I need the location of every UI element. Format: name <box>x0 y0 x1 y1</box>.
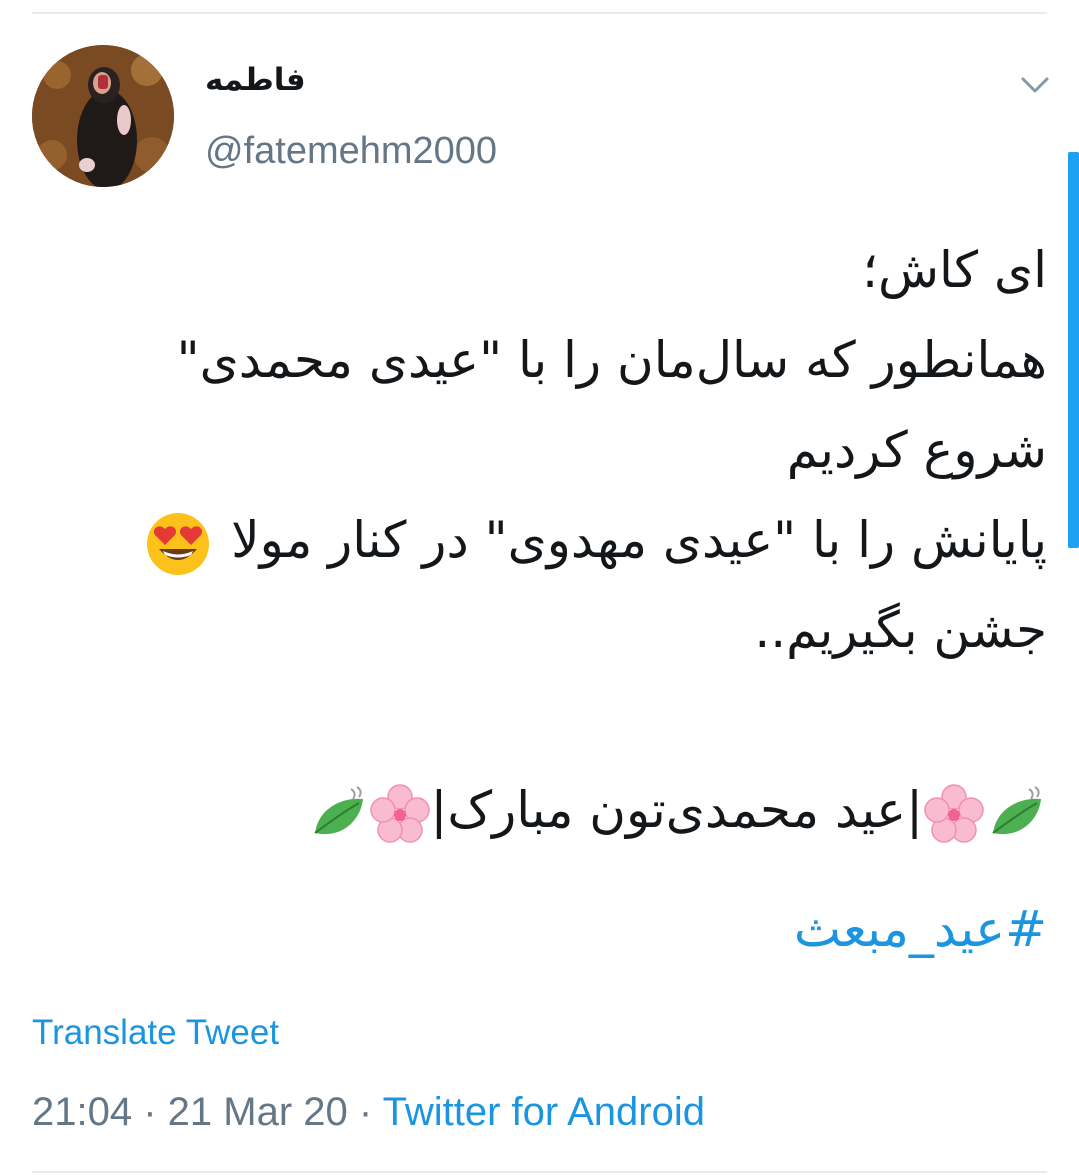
user-handle[interactable]: @fatemehm2000 <box>205 130 497 173</box>
tweet-line-text: پایانش را با "عیدی مهدوی" در کنار مولا <box>231 511 1047 569</box>
tweet-meta: 21:04 · 21 Mar 20 · Twitter for Android <box>32 1090 705 1135</box>
tweet-time: 21:04 <box>32 1090 133 1134</box>
translate-tweet-link[interactable]: Translate Tweet <box>32 1013 279 1053</box>
leaf-emoji-icon <box>307 783 369 845</box>
tweet-closing-text: |عید محمدی‌تون مبارک| <box>430 781 923 839</box>
avatar-image <box>32 45 174 187</box>
tweet-date: 21 Mar 20 <box>167 1090 348 1134</box>
tweet-text: ای کاش؛ همانطور که سال‌مان را با "عیدی م… <box>47 225 1047 855</box>
cherry-blossom-emoji-icon <box>923 783 985 845</box>
top-divider <box>32 12 1047 14</box>
scrollbar[interactable] <box>1068 152 1079 548</box>
leaf-emoji-icon <box>985 783 1047 845</box>
avatar[interactable] <box>32 45 174 187</box>
tweet-line: پایانش را با "عیدی مهدوی" در کنار مولا <box>47 495 1047 585</box>
hashtag-link[interactable]: #عید_مبعث <box>794 900 1047 958</box>
tweet-line: جشن بگیریم.. <box>754 601 1047 659</box>
chevron-down-icon[interactable] <box>1018 70 1052 100</box>
meta-separator: · <box>347 1090 383 1134</box>
cherry-blossom-emoji-icon <box>369 783 431 845</box>
tweet-closing-line: |عید محمدی‌تون مبارک| <box>47 765 1047 855</box>
heart-eyes-emoji-icon <box>145 511 211 577</box>
tweet-line: شروع کردیم <box>786 421 1047 479</box>
meta-separator: · <box>132 1090 168 1134</box>
bottom-divider <box>32 1171 1047 1173</box>
tweet-source-link[interactable]: Twitter for Android <box>383 1090 705 1134</box>
tweet-line: همانطور که سال‌مان را با "عیدی محمدی" <box>176 331 1047 389</box>
tweet-line: ای کاش؛ <box>862 241 1047 299</box>
display-name[interactable]: فاطمه <box>205 62 306 98</box>
